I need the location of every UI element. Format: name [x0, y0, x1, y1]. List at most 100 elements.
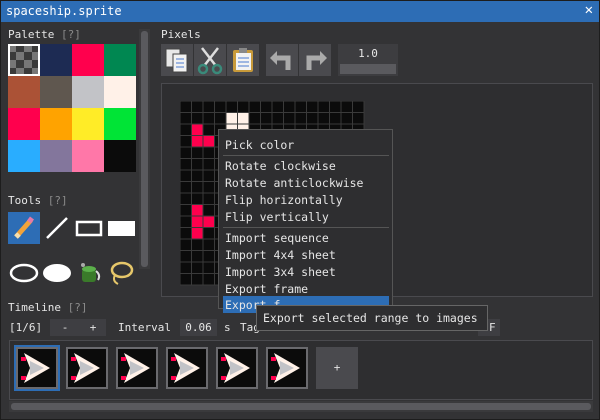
paste-button[interactable]	[227, 44, 259, 76]
pixel-cell[interactable]	[180, 227, 192, 240]
pixel-cell[interactable]	[180, 238, 192, 251]
pixel-cell[interactable]	[237, 101, 250, 113]
prev-frame-button[interactable]: -	[50, 319, 80, 336]
palette-swatch[interactable]	[40, 76, 72, 108]
pixel-cell[interactable]	[352, 112, 365, 125]
pixel-cell[interactable]	[191, 238, 204, 251]
timeline-frame[interactable]	[14, 345, 60, 391]
pixel-cell[interactable]	[306, 101, 319, 113]
pixel-cell[interactable]	[180, 204, 192, 217]
pencil-tool[interactable]	[8, 212, 40, 244]
menu-item-rotate-anticlockwise[interactable]: Rotate anticlockwise	[223, 174, 389, 191]
pixel-cell[interactable]	[202, 204, 215, 217]
rectangle-tool[interactable]	[73, 212, 105, 244]
pixel-cell[interactable]	[202, 169, 215, 182]
pixel-cell[interactable]	[180, 146, 192, 159]
pixel-cell[interactable]	[191, 192, 204, 205]
zoom-slider[interactable]	[340, 64, 396, 74]
palette-swatch[interactable]	[40, 44, 72, 76]
pixel-cell[interactable]	[202, 101, 215, 113]
pixel-cell[interactable]	[180, 112, 192, 125]
pixel-cell[interactable]	[180, 181, 192, 194]
palette-swatch[interactable]	[72, 108, 104, 140]
pixel-cell[interactable]	[306, 112, 319, 125]
pixel-cell[interactable]	[294, 112, 307, 125]
pixel-cell[interactable]	[191, 101, 204, 113]
pixel-cell[interactable]	[180, 169, 192, 182]
pixel-cell[interactable]	[191, 146, 204, 159]
palette-swatch[interactable]	[72, 44, 104, 76]
pixel-cell[interactable]	[260, 101, 273, 113]
pixel-cell[interactable]	[202, 146, 215, 159]
palette-swatch[interactable]	[72, 76, 104, 108]
timeline-frame[interactable]	[66, 347, 108, 389]
pixel-cell[interactable]	[180, 123, 192, 136]
scrollbar-thumb[interactable]	[11, 403, 591, 410]
cut-button[interactable]	[194, 44, 226, 76]
pixel-cell[interactable]	[202, 123, 215, 136]
pixel-cell[interactable]	[329, 112, 342, 125]
menu-item-export-frame[interactable]: Export frame	[223, 280, 389, 297]
next-frame-button[interactable]: +	[80, 319, 106, 336]
palette-swatch[interactable]	[104, 76, 136, 108]
pixel-cell[interactable]	[237, 112, 250, 125]
undo-button[interactable]	[266, 44, 298, 76]
palette-swatch[interactable]	[40, 108, 72, 140]
pixel-cell[interactable]	[202, 250, 215, 263]
pixel-cell[interactable]	[340, 101, 353, 113]
pixel-cell[interactable]	[202, 112, 215, 125]
scrollbar-thumb[interactable]	[141, 31, 148, 267]
pixel-cell[interactable]	[225, 112, 238, 125]
timeline-frame[interactable]	[266, 347, 308, 389]
menu-item-import-4x4-sheet[interactable]: Import 4x4 sheet	[223, 246, 389, 263]
line-tool[interactable]	[41, 212, 73, 244]
palette-swatch[interactable]	[8, 140, 40, 172]
pixel-cell[interactable]	[283, 112, 296, 125]
pixel-cell[interactable]	[340, 112, 353, 125]
timeline-frame[interactable]	[216, 347, 258, 389]
timeline-frame[interactable]	[116, 347, 158, 389]
pixel-cell[interactable]	[271, 101, 284, 113]
menu-item-flip-horizontally[interactable]: Flip horizontally	[223, 191, 389, 208]
pixel-cell[interactable]	[191, 273, 204, 286]
pixel-cell[interactable]	[294, 101, 307, 113]
pixel-cell[interactable]	[191, 204, 204, 217]
timeline-help-link[interactable]: [?]	[68, 301, 88, 314]
pixel-cell[interactable]	[260, 112, 273, 125]
pixel-cell[interactable]	[191, 227, 204, 240]
pixel-cell[interactable]	[180, 273, 192, 286]
pixel-cell[interactable]	[214, 112, 227, 125]
pixel-cell[interactable]	[180, 261, 192, 274]
palette-swatch[interactable]	[8, 76, 40, 108]
timeline-frame[interactable]	[166, 347, 208, 389]
palette-swatch[interactable]	[8, 44, 40, 76]
pixel-cell[interactable]	[202, 261, 215, 274]
lasso-tool[interactable]	[105, 257, 137, 289]
pixel-cell[interactable]	[180, 215, 192, 228]
pixel-cell[interactable]	[202, 135, 215, 148]
zoom-control[interactable]: 1.0	[338, 44, 398, 76]
palette-swatch[interactable]	[72, 140, 104, 172]
pixel-cell[interactable]	[317, 101, 330, 113]
pixel-cell[interactable]	[202, 227, 215, 240]
redo-button[interactable]	[299, 44, 331, 76]
add-frame-button[interactable]: +	[316, 347, 358, 389]
pixel-cell[interactable]	[191, 181, 204, 194]
pixel-cell[interactable]	[180, 101, 192, 113]
pixel-cell[interactable]	[191, 135, 204, 148]
pixel-cell[interactable]	[317, 112, 330, 125]
pixel-cell[interactable]	[202, 181, 215, 194]
pixel-cell[interactable]	[191, 158, 204, 171]
pixel-cell[interactable]	[191, 123, 204, 136]
pixel-cell[interactable]	[271, 112, 284, 125]
pixel-cell[interactable]	[248, 112, 261, 125]
pixel-cell[interactable]	[202, 238, 215, 251]
copy-button[interactable]	[161, 44, 193, 76]
fill-tool[interactable]	[73, 257, 105, 289]
pixel-cell[interactable]	[329, 101, 342, 113]
palette-swatch[interactable]	[104, 44, 136, 76]
pixel-cell[interactable]	[191, 169, 204, 182]
pixel-cell[interactable]	[202, 192, 215, 205]
pixel-cell[interactable]	[214, 101, 227, 113]
menu-item-import-sequence[interactable]: Import sequence	[223, 229, 389, 246]
